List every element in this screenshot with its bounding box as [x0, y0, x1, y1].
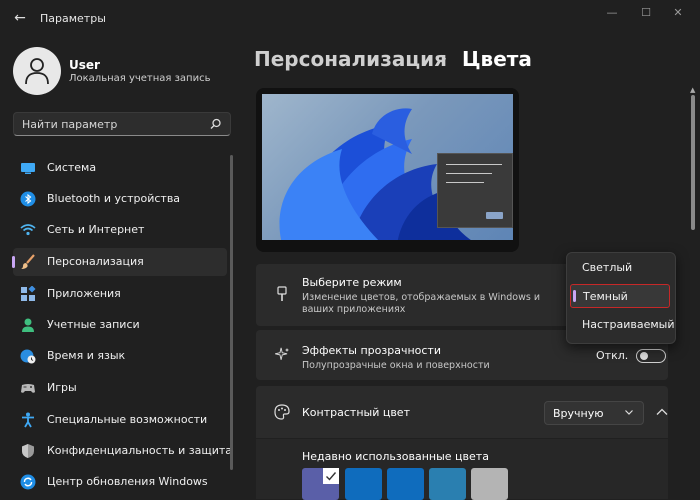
shield-icon: [22, 444, 34, 458]
user-name: User: [69, 58, 100, 72]
main-scrollbar[interactable]: [691, 95, 695, 230]
preview-button: [486, 212, 503, 219]
sidebar-item-label: Сеть и Интернет: [47, 223, 145, 236]
mode-option-label: Светлый: [582, 261, 633, 274]
sidebar-item-label: Учетные записи: [47, 318, 140, 331]
globe-clock-icon: [20, 349, 36, 364]
preview-window: [437, 153, 513, 228]
back-arrow-icon[interactable]: ←: [10, 8, 30, 28]
app-title: Параметры: [40, 12, 106, 25]
sidebar-scrollbar[interactable]: [230, 155, 233, 470]
scroll-up-icon[interactable]: ▲: [690, 86, 695, 94]
sidebar-item-label: Приложения: [47, 287, 121, 300]
transparency-toggle[interactable]: [636, 349, 666, 363]
page-title: Цвета: [462, 47, 532, 71]
palette-icon: [274, 404, 290, 420]
recent-color-swatch-1[interactable]: [302, 468, 339, 500]
avatar[interactable]: [13, 47, 61, 95]
sidebar-item-privacy[interactable]: Конфиденциальность и защита: [13, 437, 232, 465]
accent-mode-value: Вручную: [553, 407, 604, 420]
sidebar-item-label: Bluetooth и устройства: [47, 192, 181, 205]
sidebar-item-label: Система: [47, 161, 97, 174]
close-icon[interactable]: ✕: [664, 4, 692, 22]
toggle-knob: [640, 352, 648, 360]
sidebar-item-accounts[interactable]: Учетные записи: [13, 311, 227, 339]
search-icon[interactable]: [210, 118, 222, 130]
sparkle-icon: [275, 347, 289, 360]
transparency-subtitle: Полупрозрачные окна и поверхности: [302, 360, 490, 371]
gamepad-icon: [21, 384, 35, 393]
sidebar-item-bluetooth[interactable]: Bluetooth и устройства: [13, 185, 227, 213]
accent-title: Контрастный цвет: [302, 406, 410, 419]
sidebar-item-label: Конфиденциальность и защита: [47, 444, 232, 457]
sidebar-item-label: Центр обновления Windows: [47, 475, 208, 488]
search-box[interactable]: [13, 112, 231, 136]
mode-option-custom[interactable]: Настраиваемый: [570, 313, 674, 337]
mode-title: Выберите режим: [302, 276, 402, 289]
sidebar-item-label: Игры: [47, 381, 77, 394]
breadcrumb-parent[interactable]: Персонализация: [254, 47, 447, 71]
brush-icon: [21, 254, 35, 269]
account-type: Локальная учетная запись: [69, 73, 211, 84]
theme-preview: [256, 88, 519, 252]
active-indicator: [12, 256, 15, 268]
bluetooth-icon: [20, 191, 36, 207]
recent-color-swatch-5[interactable]: [471, 468, 508, 500]
recent-color-swatch-3[interactable]: [387, 468, 424, 500]
sidebar-item-gaming[interactable]: Игры: [13, 374, 227, 402]
user-icon: [25, 58, 49, 85]
transparency-state-label: Откл.: [596, 349, 629, 362]
sidebar-item-network[interactable]: Сеть и Интернет: [13, 216, 227, 244]
sidebar-item-windows-update[interactable]: Центр обновления Windows: [13, 468, 227, 496]
sidebar-item-apps[interactable]: Приложения: [13, 280, 227, 308]
search-input[interactable]: [22, 116, 202, 132]
recent-color-swatch-2[interactable]: [345, 468, 382, 500]
mode-option-label: Настраиваемый: [582, 318, 675, 331]
sidebar-item-label: Время и язык: [47, 349, 126, 362]
accessibility-icon: [22, 412, 34, 428]
sidebar-item-accessibility[interactable]: Специальные возможности: [13, 406, 227, 434]
wifi-icon: [20, 224, 36, 236]
recent-colors-label: Недавно использованные цвета: [302, 450, 489, 463]
mode-option-dark[interactable]: Темный: [570, 284, 670, 308]
selected-indicator: [573, 290, 576, 302]
apps-icon: [21, 286, 36, 301]
sidebar-item-personalization[interactable]: Персонализация: [12, 248, 227, 276]
chevron-up-icon[interactable]: [654, 404, 670, 420]
mode-subtitle: Изменение цветов, отображаемых в Windows…: [302, 292, 540, 315]
checkmark-icon: [323, 468, 339, 484]
minimize-icon[interactable]: —: [598, 4, 626, 22]
sidebar-item-system[interactable]: Система: [13, 154, 227, 182]
breadcrumb-separator: ›: [440, 48, 448, 69]
sidebar-item-label: Специальные возможности: [47, 413, 208, 426]
accent-mode-select[interactable]: Вручную: [544, 401, 644, 425]
chevron-down-icon: [625, 410, 633, 415]
maximize-icon[interactable]: ☐: [632, 4, 660, 22]
monitor-icon: [21, 163, 35, 174]
transparency-title: Эффекты прозрачности: [302, 344, 441, 357]
wallpaper-preview: [262, 94, 513, 240]
recent-color-swatch-4[interactable]: [429, 468, 466, 500]
person-icon: [22, 318, 34, 332]
mode-dropdown-menu[interactable]: Светлый Темный Настраиваемый: [566, 252, 676, 344]
sidebar-item-time-language[interactable]: Время и язык: [13, 342, 227, 370]
update-icon: [20, 474, 36, 490]
mode-option-light[interactable]: Светлый: [570, 256, 670, 280]
paint-roller-icon: [277, 286, 287, 301]
mode-option-label: Темный: [583, 290, 628, 303]
sidebar-item-label: Персонализация: [47, 255, 144, 268]
